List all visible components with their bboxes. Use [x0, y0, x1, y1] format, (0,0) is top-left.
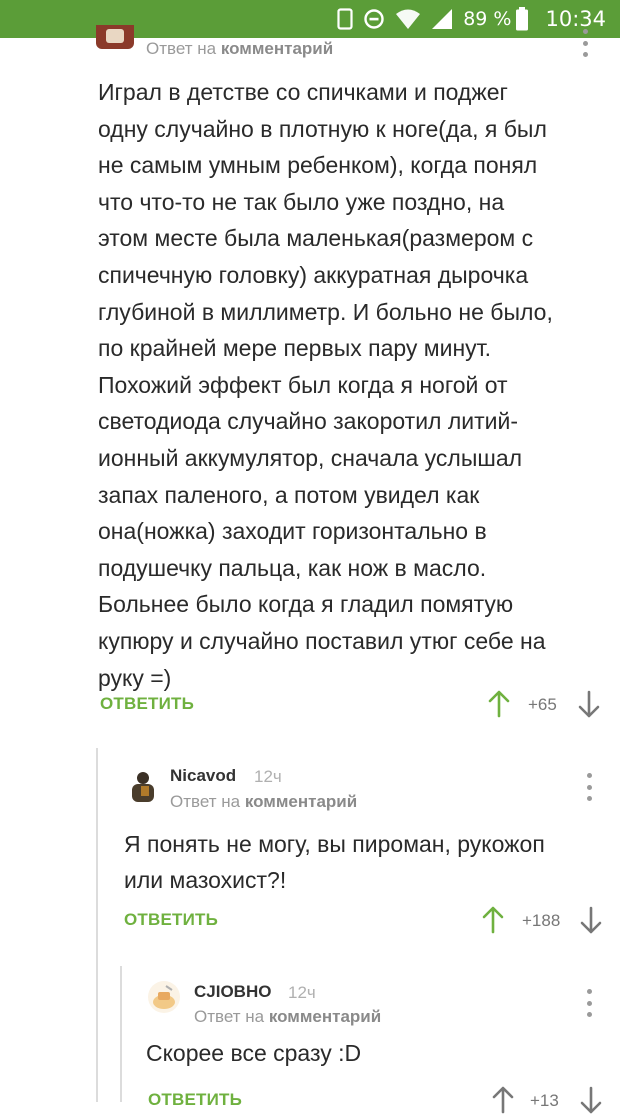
comment-text: Я понять не могу, вы пироман, рукожоп или… [124, 826, 594, 898]
reply-button[interactable]: ОТВЕТИТЬ [148, 1090, 242, 1110]
comment-text-line: купюру и случайно поставил утюг себе на [98, 627, 546, 654]
more-options-icon[interactable] [586, 773, 592, 801]
rating-score: +65 [528, 695, 557, 714]
avatar[interactable] [128, 770, 158, 804]
reply-to-link[interactable]: комментарий [269, 1007, 381, 1026]
downvote-arrow-icon[interactable] [580, 906, 602, 939]
comment-text-line: Я понять не могу, вы пироман, рукожоп [124, 831, 545, 857]
upvote-arrow-icon[interactable] [482, 906, 504, 939]
reply-to-link[interactable]: комментарий [221, 39, 333, 58]
comment-text: Играл в детстве со спичками и поджег одну… [98, 74, 598, 696]
reply-to-label: Ответ на комментарий [194, 1007, 382, 1026]
reply-to-label: Ответ на комментарий [146, 39, 334, 58]
comment-actions: ОТВЕТИТЬ +65 [100, 690, 600, 720]
comment-actions: ОТВЕТИТЬ +13 [148, 1086, 602, 1119]
comment-text-line: одну случайно в плотную к ноге(да, я был [98, 115, 547, 142]
comment-text-line: ионный аккумулятор, сначала услышал [98, 444, 523, 471]
more-options-icon[interactable] [586, 989, 592, 1017]
comment-text-line: Похожий эффект был когда я ногой от [98, 371, 508, 398]
comment-text-line: этом месте была маленькая(размером с [98, 225, 534, 252]
more-options-icon[interactable] [582, 29, 588, 57]
reply-to-link[interactable]: комментарий [245, 792, 357, 811]
reply-to-label: Ответ на комментарий [170, 792, 358, 811]
comment-text-line: запах паленого, а потом увидел как [98, 481, 480, 508]
comment-text-line: что что-то не так было уже поздно, на [98, 188, 505, 215]
comment-text-line: Больнее было когда я гладил помятую [98, 591, 514, 618]
comment-text-line: спичечную головку) аккуратная дырочка [98, 261, 529, 288]
comment-text-line: она(ножка) заходит горизонтально в [98, 518, 487, 545]
avatar[interactable] [146, 980, 182, 1014]
rating-score: +13 [530, 1091, 559, 1110]
comment-time: 12ч [288, 983, 316, 1002]
comment-text-line: глубиной в миллиметр. И больно не было, [98, 298, 553, 325]
reply-button[interactable]: ОТВЕТИТЬ [100, 694, 194, 714]
comment-text-line: светодиода случайно закоротил литий- [98, 408, 519, 435]
comment-time: 12ч [254, 767, 282, 786]
comment-actions: ОТВЕТИТЬ +188 [124, 906, 602, 939]
comment-header: Ответ на комментарий [96, 25, 606, 61]
downvote-arrow-icon[interactable] [578, 690, 600, 723]
comment-text-line: не самым умным ребенком), когда понял [98, 152, 538, 179]
comment-author[interactable]: CJIOBHO [194, 982, 271, 1002]
comment-text-line: по крайней мере первых пару минут. [98, 335, 492, 362]
comment-text-line: Играл в детстве со спичками и поджег [98, 79, 508, 105]
downvote-arrow-icon[interactable] [580, 1086, 602, 1119]
comment-author[interactable]: Nicavod [170, 766, 236, 786]
thread-line [96, 748, 98, 1102]
rating-score: +188 [522, 911, 561, 930]
upvote-arrow-icon[interactable] [492, 1086, 514, 1119]
upvote-arrow-icon[interactable] [488, 690, 510, 723]
comment-text: Скорее все сразу :D [146, 1040, 362, 1066]
thread-line [120, 966, 122, 1102]
comment-text-line: или мазохист?! [124, 867, 287, 893]
reply-button[interactable]: ОТВЕТИТЬ [124, 910, 218, 930]
avatar[interactable] [96, 25, 134, 49]
comment-text-line: подушечку пальца, как нож в масло. [98, 554, 487, 581]
